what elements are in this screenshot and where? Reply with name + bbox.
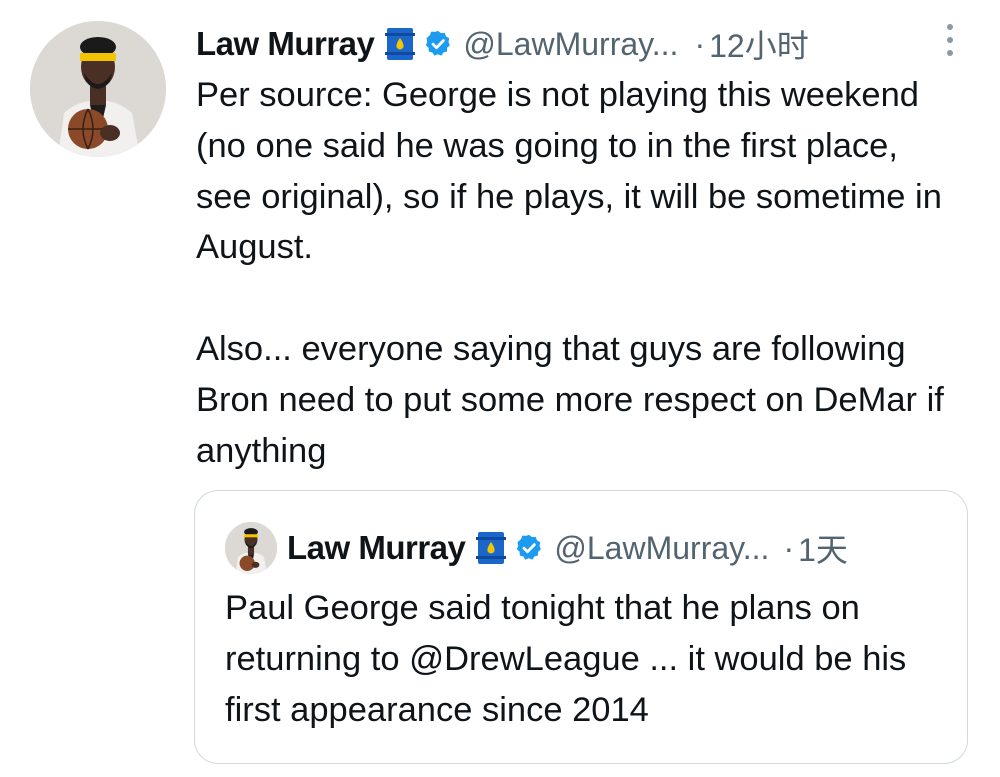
tweet-paragraph: Also... everyone saying that guys are fo… [196,329,944,470]
quoted-author-handle: @LawMurray... [554,529,770,566]
tweet-timestamp[interactable]: 12小时 [709,21,809,67]
quoted-tweet-text: Paul George said tonight that he plans o… [225,589,907,729]
quoted-author-avatar [225,522,277,574]
tweet-header: Law Murray @LawMurray... · 12小时 [196,18,809,70]
quoted-author-name: Law Murray [287,529,466,566]
time-separator: · [694,25,706,62]
quoted-tweet-header: Law Murray @LawMurray... · 1天 [225,521,848,575]
author-name[interactable]: Law Murray [196,25,375,63]
more-vertical-icon[interactable] [946,24,954,56]
tweet-paragraph: Per source: George is not playing this w… [196,76,942,267]
author-handle[interactable]: @LawMurray... [463,26,678,63]
quoted-tweet-timestamp: 1天 [798,532,848,568]
author-avatar[interactable] [30,21,166,157]
quoted-tweet-card[interactable]: Law Murray @LawMurray... · 1天 Paul Georg… [194,490,968,764]
oil-barrel-icon [384,26,416,62]
tweet-text: Per source: George is not playing this w… [196,70,956,476]
verified-badge-icon [423,29,453,59]
time-separator: · [783,529,795,566]
verified-badge-icon [514,533,544,563]
oil-barrel-icon [475,530,507,566]
